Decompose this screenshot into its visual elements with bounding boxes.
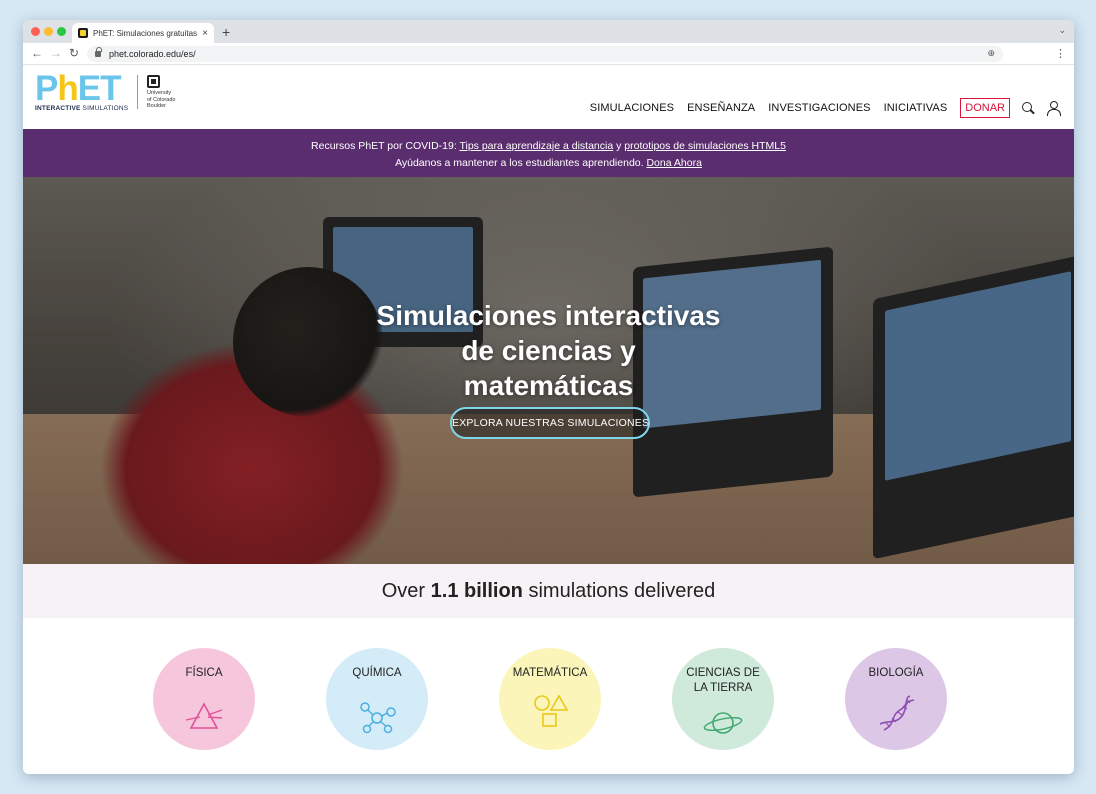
planet-icon	[703, 706, 743, 740]
category-label: CIENCIAS DE LA TIERRA	[672, 666, 774, 696]
logo-et: ET	[77, 69, 122, 108]
address-bar: ← → ↻ phet.colorado.edu/es/ ⊕ ⋮	[23, 43, 1074, 65]
banner-line1-prefix: Recursos PhET por COVID-19:	[311, 140, 460, 152]
logo-h: h	[57, 69, 78, 108]
stats-value: 1.1 billion	[430, 580, 523, 602]
tab-close-icon[interactable]: ×	[202, 28, 208, 39]
logo-sub-rest: SIMULATIONS	[80, 105, 129, 112]
banner-link-html5-prototypes[interactable]: prototipos de simulaciones HTML5	[624, 140, 786, 152]
donate-button[interactable]: DONAR	[960, 98, 1010, 118]
category-fisica[interactable]: FÍSICA	[153, 648, 255, 750]
hero-title: Simulaciones interactivas de ciencias y …	[23, 298, 1074, 403]
cu-line-3: Boulder	[147, 103, 166, 109]
shapes-icon	[530, 690, 570, 727]
logo-sub-bold: INTERACTIVE	[35, 105, 81, 112]
banner-line-1: Recursos PhET por COVID-19: Tips para ap…	[23, 138, 1074, 155]
search-icon[interactable]	[1021, 101, 1035, 115]
browser-menu-icon[interactable]: ⋮	[1055, 47, 1066, 60]
nav-ensenanza[interactable]: ENSEÑANZA	[687, 102, 755, 114]
hero-title-line-1: Simulaciones interactivas	[376, 300, 721, 331]
cu-boulder-logo[interactable]: University of Colorado Boulder	[147, 75, 175, 110]
category-label: FÍSICA	[185, 667, 223, 679]
nav-simulaciones[interactable]: SIMULACIONES	[590, 102, 674, 114]
hero-section: Simulaciones interactivas de ciencias y …	[23, 177, 1074, 564]
lock-icon[interactable]	[95, 47, 102, 57]
new-tab-button[interactable]: +	[222, 24, 230, 40]
phet-favicon-icon	[78, 28, 88, 38]
stats-prefix: Over	[381, 580, 431, 602]
main-nav: SIMULACIONES ENSEÑANZA INVESTIGACIONES I…	[577, 98, 1061, 118]
categories-section: FÍSICA QUÍMICA MATEMÁTICA CIENCIAS DE LA…	[23, 618, 1074, 774]
minimize-window-button[interactable]	[44, 27, 53, 36]
banner-line1-mid: y	[613, 140, 625, 152]
user-icon[interactable]	[1046, 101, 1061, 116]
tab-strip: PhET: Simulaciones gratuitas e × + ⌄	[23, 20, 1074, 43]
tab-search-icon[interactable]: ⌄	[1058, 25, 1066, 36]
covid-banner: Recursos PhET por COVID-19: Tips para ap…	[23, 129, 1074, 177]
category-label: BIOLOGÍA	[868, 667, 924, 679]
tab-title: PhET: Simulaciones gratuitas e	[93, 28, 199, 38]
banner-line2-prefix: Ayúdanos a mantener a los estudiantes ap…	[395, 157, 647, 169]
dna-icon	[876, 694, 916, 731]
category-label: MATEMÁTICA	[512, 667, 588, 679]
banner-link-distance-tips[interactable]: Tips para aprendizaje a distancia	[459, 140, 613, 152]
simulations-delivered-text: Over 1.1 billion simulations delivered	[23, 564, 1074, 618]
url-field[interactable]: phet.colorado.edu/es/ ⊕	[87, 46, 1003, 62]
prism-icon	[184, 700, 224, 734]
explore-simulations-button[interactable]: EXPLORA NUESTRAS SIMULACIONES	[450, 407, 650, 439]
phet-logo[interactable]: PhET INTERACTIVE SIMULATIONS	[35, 71, 128, 112]
category-quimica[interactable]: QUÍMICA	[326, 648, 428, 750]
logo-divider	[137, 75, 138, 109]
nav-investigaciones[interactable]: INVESTIGACIONES	[768, 102, 870, 114]
url-text: phet.colorado.edu/es/	[109, 49, 196, 59]
browser-window: PhET: Simulaciones gratuitas e × + ⌄ ← →…	[23, 20, 1074, 774]
category-biologia[interactable]: BIOLOGÍA	[845, 648, 947, 750]
stats-suffix: simulations delivered	[522, 580, 716, 602]
site-header: PhET INTERACTIVE SIMULATIONS University …	[23, 65, 1074, 129]
category-label: QUÍMICA	[352, 667, 402, 679]
forward-arrow-icon[interactable]: →	[50, 46, 62, 60]
banner-link-donate[interactable]: Dona Ahora	[646, 157, 701, 169]
logo-p: P	[35, 69, 58, 108]
molecule-icon	[357, 700, 397, 734]
back-arrow-icon[interactable]: ←	[31, 46, 43, 60]
hero-title-line-3: matemáticas	[463, 370, 634, 401]
hero-title-line-2: de ciencias y	[461, 335, 636, 366]
category-matematica[interactable]: MATEMÁTICA	[499, 648, 601, 750]
cu-mark-icon	[147, 75, 160, 88]
logo-subtitle: INTERACTIVE SIMULATIONS	[35, 105, 128, 112]
browser-tab[interactable]: PhET: Simulaciones gratuitas e ×	[72, 23, 214, 43]
category-label-line-2: LA TIERRA	[693, 682, 753, 694]
nav-iniciativas[interactable]: INICIATIVAS	[884, 102, 948, 114]
close-window-button[interactable]	[31, 27, 40, 36]
maximize-window-button[interactable]	[57, 27, 66, 36]
reload-icon[interactable]: ↻	[69, 46, 79, 60]
category-ciencias-de-la-tierra[interactable]: CIENCIAS DE LA TIERRA	[672, 648, 774, 750]
category-label-line-1: CIENCIAS DE	[686, 667, 760, 679]
stats-strip: Over 1.1 billion simulations delivered	[23, 564, 1074, 618]
banner-line-2: Ayúdanos a mantener a los estudiantes ap…	[23, 155, 1074, 172]
zoom-icon[interactable]: ⊕	[987, 48, 995, 59]
